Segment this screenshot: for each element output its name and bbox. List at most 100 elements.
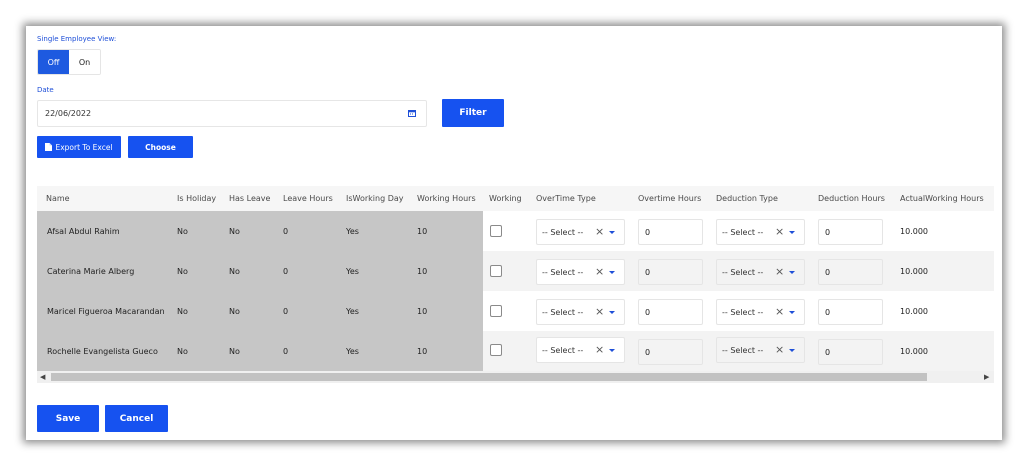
- deduction-type-select[interactable]: -- Select -- ×: [716, 259, 805, 285]
- employee-name: Rochelle Evangelista Gueco: [47, 347, 158, 356]
- select-value: -- Select --: [542, 267, 584, 277]
- clear-icon[interactable]: ×: [775, 343, 784, 356]
- toggle-on-button[interactable]: On: [69, 50, 100, 74]
- is-working-day-cell: Yes: [346, 307, 359, 316]
- header-working: Working: [489, 194, 522, 203]
- overtime-hours-input[interactable]: 0: [638, 219, 703, 245]
- select-value: -- Select --: [542, 307, 584, 317]
- single-view-label: Single Employee View:: [37, 35, 117, 43]
- select-value: -- Select --: [722, 345, 764, 355]
- employee-name: Afsal Abdul Rahim: [47, 227, 120, 236]
- actual-working-hours-cell: 10.000: [900, 267, 928, 276]
- header-has-leave: Has Leave: [229, 194, 271, 203]
- is-working-day-cell: Yes: [346, 227, 359, 236]
- clear-icon[interactable]: ×: [775, 305, 784, 318]
- actual-working-hours-cell: 10.000: [900, 347, 928, 356]
- working-hours-cell: 10: [417, 347, 428, 356]
- caret-down-icon[interactable]: [609, 271, 615, 274]
- overtime-hours-input[interactable]: 0: [638, 259, 703, 285]
- select-value: -- Select --: [542, 345, 584, 355]
- clear-icon[interactable]: ×: [595, 265, 604, 278]
- scrollbar-thumb[interactable]: [51, 373, 927, 381]
- cancel-button[interactable]: Cancel: [105, 405, 168, 432]
- is-working-day-cell: Yes: [346, 267, 359, 276]
- export-excel-button[interactable]: Export To Excel: [37, 136, 121, 158]
- table-row: Maricel Figueroa Macarandan No No 0 Yes …: [37, 291, 994, 331]
- overtime-type-select[interactable]: -- Select -- ×: [536, 259, 625, 285]
- deduction-hours-input[interactable]: 0: [818, 339, 883, 365]
- scroll-left-icon[interactable]: ◀: [40, 373, 45, 381]
- deduction-type-select[interactable]: -- Select -- ×: [716, 299, 805, 325]
- table-row: Rochelle Evangelista Gueco No No 0 Yes 1…: [37, 331, 994, 371]
- is-holiday-cell: No: [177, 227, 188, 236]
- overtime-hours-input[interactable]: 0: [638, 299, 703, 325]
- choose-button[interactable]: Choose: [128, 136, 193, 158]
- header-actual-working-hours: ActualWorking Hours: [900, 194, 984, 203]
- header-is-holiday: Is Holiday: [177, 194, 217, 203]
- calendar-icon[interactable]: [408, 109, 416, 117]
- deduction-hours-input[interactable]: 0: [818, 299, 883, 325]
- working-hours-cell: 10: [417, 227, 428, 236]
- header-deduction-type: Deduction Type: [716, 194, 778, 203]
- clear-icon[interactable]: ×: [595, 225, 604, 238]
- header-deduction-hours: Deduction Hours: [818, 194, 885, 203]
- clear-icon[interactable]: ×: [775, 225, 784, 238]
- overtime-type-select[interactable]: -- Select -- ×: [536, 337, 625, 363]
- header-overtime-type: OverTime Type: [536, 194, 596, 203]
- caret-down-icon[interactable]: [789, 231, 795, 234]
- overtime-type-select[interactable]: -- Select -- ×: [536, 299, 625, 325]
- table-row: Caterina Marie Alberg No No 0 Yes 10 -- …: [37, 251, 994, 291]
- scroll-right-icon[interactable]: ▶: [984, 373, 989, 381]
- date-label: Date: [37, 86, 54, 94]
- header-working-hours: Working Hours: [417, 194, 476, 203]
- caret-down-icon[interactable]: [609, 349, 615, 352]
- export-label: Export To Excel: [55, 142, 113, 152]
- attendance-table: Name Is Holiday Has Leave Leave Hours Is…: [37, 186, 994, 386]
- overtime-hours-input[interactable]: 0: [638, 339, 703, 365]
- deduction-hours-input[interactable]: 0: [818, 219, 883, 245]
- date-input[interactable]: 22/06/2022: [37, 100, 427, 127]
- leave-hours-cell: 0: [283, 347, 289, 356]
- actual-working-hours-cell: 10.000: [900, 227, 928, 236]
- clear-icon[interactable]: ×: [595, 343, 604, 356]
- table-row: Afsal Abdul Rahim No No 0 Yes 10 -- Sele…: [37, 211, 994, 251]
- select-value: -- Select --: [542, 227, 584, 237]
- employee-name: Caterina Marie Alberg: [47, 267, 135, 276]
- clear-icon[interactable]: ×: [595, 305, 604, 318]
- document-icon: [45, 143, 53, 151]
- header-name: Name: [46, 194, 70, 203]
- form-panel: Single Employee View: Off On Date 22/06/…: [26, 26, 1002, 440]
- working-checkbox[interactable]: [490, 305, 502, 317]
- select-value: -- Select --: [722, 307, 764, 317]
- caret-down-icon[interactable]: [789, 349, 795, 352]
- deduction-type-select[interactable]: -- Select -- ×: [716, 337, 805, 363]
- overtime-type-select[interactable]: -- Select -- ×: [536, 219, 625, 245]
- caret-down-icon[interactable]: [609, 231, 615, 234]
- table-header: Name Is Holiday Has Leave Leave Hours Is…: [37, 186, 994, 211]
- actual-working-hours-cell: 10.000: [900, 307, 928, 316]
- horizontal-scrollbar[interactable]: ◀ ▶: [37, 371, 994, 383]
- is-working-day-cell: Yes: [346, 347, 359, 356]
- caret-down-icon[interactable]: [789, 311, 795, 314]
- has-leave-cell: No: [229, 347, 240, 356]
- working-checkbox[interactable]: [490, 225, 502, 237]
- filter-button[interactable]: Filter: [442, 99, 504, 127]
- single-view-toggle: Off On: [37, 49, 101, 75]
- has-leave-cell: No: [229, 227, 240, 236]
- deduction-type-select[interactable]: -- Select -- ×: [716, 219, 805, 245]
- clear-icon[interactable]: ×: [775, 265, 784, 278]
- toggle-off-button[interactable]: Off: [38, 50, 69, 74]
- working-checkbox[interactable]: [490, 265, 502, 277]
- working-checkbox[interactable]: [490, 344, 502, 356]
- deduction-hours-input[interactable]: 0: [818, 259, 883, 285]
- is-holiday-cell: No: [177, 267, 188, 276]
- has-leave-cell: No: [229, 307, 240, 316]
- caret-down-icon[interactable]: [789, 271, 795, 274]
- caret-down-icon[interactable]: [609, 311, 615, 314]
- leave-hours-cell: 0: [283, 307, 289, 316]
- header-is-working-day: IsWorking Day: [346, 194, 404, 203]
- save-button[interactable]: Save: [37, 405, 99, 432]
- working-hours-cell: 10: [417, 307, 428, 316]
- leave-hours-cell: 0: [283, 227, 289, 236]
- is-holiday-cell: No: [177, 307, 188, 316]
